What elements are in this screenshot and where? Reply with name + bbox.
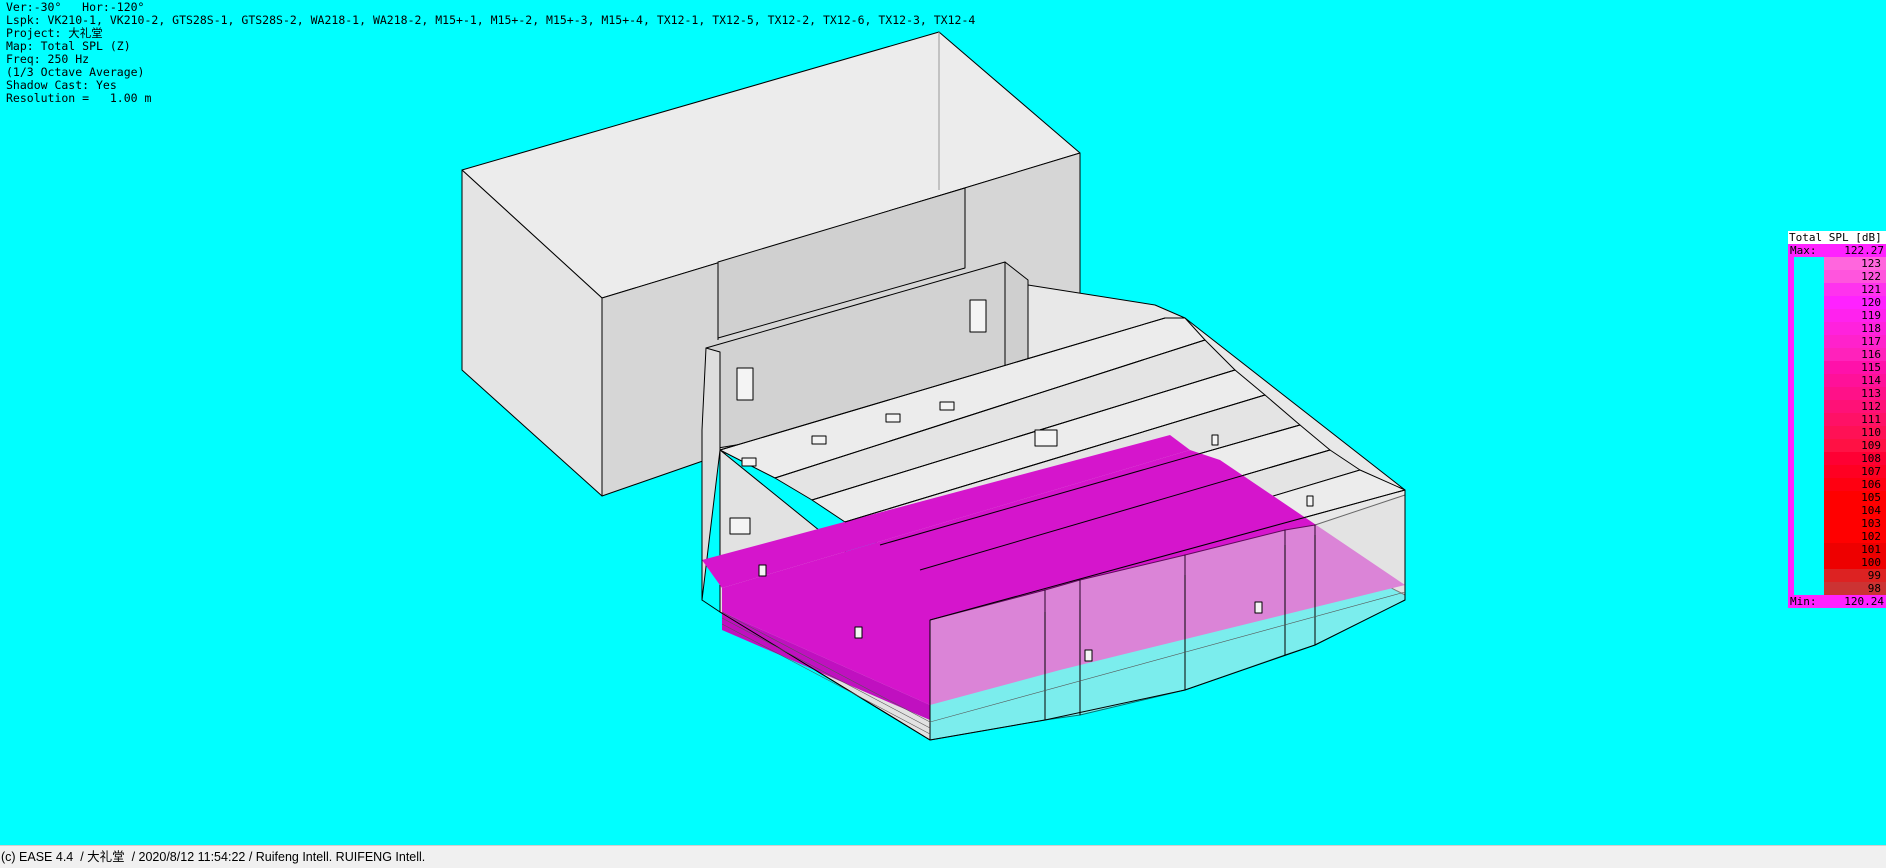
status-bar: (c) EASE 4.4 / 大礼堂 / 2020/8/12 11:54:22 … [0, 845, 1886, 868]
front-wall-facet-3 [1079, 554, 1186, 716]
legend-levels: 123 122 121 120 119 118 117 116 115 114 113 112 111 1… [1824, 257, 1886, 595]
front-wall-facet-5 [1284, 524, 1316, 656]
shadow-cast: Shadow Cast: Yes [6, 78, 117, 92]
legend-level: 105 [1824, 491, 1886, 504]
legend-level: 110 [1824, 426, 1886, 439]
frequency: Freq: 250 Hz [6, 52, 90, 66]
legend-max-value: 122.27 [1844, 244, 1884, 257]
loudspeaker-m15-4 [939, 401, 955, 411]
legend-level: 109 [1824, 439, 1886, 452]
map-info-panel: Ver:-30° Hor:-120° Lspk: VK210-1, VK210-… [6, 1, 975, 105]
legend-level: 114 [1824, 374, 1886, 387]
legend-level: 120 [1824, 296, 1886, 309]
loudspeaker-gts28s-1 [736, 367, 754, 401]
legend-max-row: Max: 122.27 [1788, 244, 1886, 257]
legend-level: 112 [1824, 400, 1886, 413]
legend-level: 117 [1824, 335, 1886, 348]
legend-level: 100 [1824, 556, 1886, 569]
legend-level: 118 [1824, 322, 1886, 335]
loudspeaker-wa218-1 [729, 517, 751, 535]
legend-min-row: Min: 120.24 [1788, 595, 1886, 608]
loudspeaker-tx12-4 [1254, 601, 1263, 614]
map-type: Map: Total SPL (Z) [6, 39, 131, 53]
legend-level: 102 [1824, 530, 1886, 543]
room-3d-view[interactable] [0, 0, 1886, 845]
loudspeaker-list: Lspk: VK210-1, VK210-2, GTS28S-1, GTS28S… [6, 13, 976, 27]
octave-average: (1/3 Octave Average) [6, 65, 145, 79]
legend-level: 119 [1824, 309, 1886, 322]
legend-level: 99 [1824, 569, 1886, 582]
legend-level: 115 [1824, 361, 1886, 374]
legend-level: 106 [1824, 478, 1886, 491]
loudspeaker-m15-3 [885, 413, 901, 423]
loudspeaker-tx12-5 [1211, 434, 1219, 446]
loudspeaker-m15-1 [741, 457, 757, 467]
legend-title: Total SPL [dB] [1788, 231, 1886, 244]
front-wall-facet-4 [1184, 529, 1286, 691]
loudspeaker-gts28s-2 [969, 299, 987, 333]
loudspeaker-tx12-2 [854, 626, 863, 639]
loudspeaker-tx12-6 [1306, 495, 1314, 507]
legend-level: 104 [1824, 504, 1886, 517]
legend-level: 103 [1824, 517, 1886, 530]
legend-level: 116 [1824, 348, 1886, 361]
legend-level: 121 [1824, 283, 1886, 296]
legend-max-label: Max: [1790, 244, 1817, 257]
legend-level: 101 [1824, 543, 1886, 556]
loudspeaker-tx12-3 [1084, 649, 1093, 662]
legend-level: 108 [1824, 452, 1886, 465]
legend-level: 98 [1824, 582, 1886, 595]
legend-level: 113 [1824, 387, 1886, 400]
legend-scale: 123 122 121 120 119 118 117 116 115 114 113 112 111 1… [1788, 257, 1886, 595]
legend-level: 107 [1824, 465, 1886, 478]
front-wall-facet-2 [1044, 579, 1081, 721]
loudspeaker-tx12-1 [758, 564, 767, 577]
legend-level: 123 [1824, 257, 1886, 270]
loudspeaker-m15-2 [811, 435, 827, 445]
project-name: Project: 大礼堂 [6, 26, 103, 40]
legend-min-value: 120.24 [1844, 595, 1884, 608]
legend-min-label: Min: [1790, 595, 1817, 608]
loudspeaker-wa218-2 [1034, 429, 1058, 447]
resolution: Resolution = 1.00 m [6, 91, 152, 105]
legend-level: 111 [1824, 413, 1886, 426]
legend-level: 122 [1824, 270, 1886, 283]
spl-color-legend: Total SPL [dB] Max: 122.27 123 122 121 120 1… [1788, 231, 1886, 608]
